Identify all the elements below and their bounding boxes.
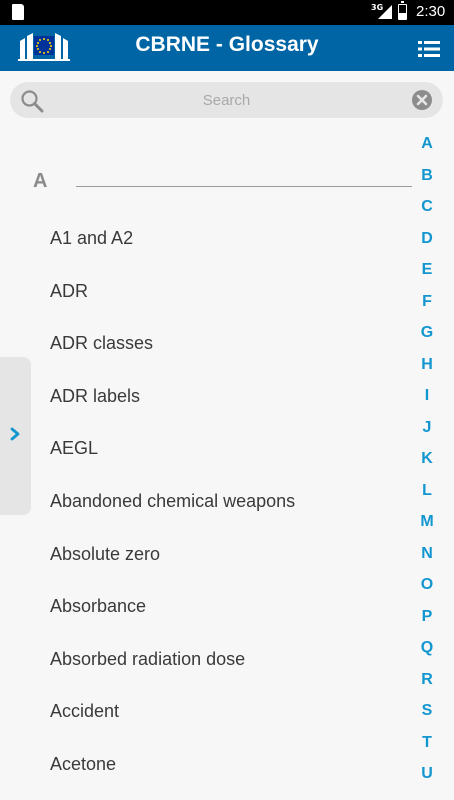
search-icon[interactable] — [20, 89, 44, 113]
list-item[interactable]: AEGL — [0, 422, 412, 475]
battery-icon — [398, 1, 407, 20]
side-drawer-tab[interactable] — [0, 357, 31, 515]
list-item[interactable]: ADR — [0, 265, 412, 318]
list-item[interactable]: ADR classes — [0, 317, 412, 370]
alphabet-letter[interactable]: M — [412, 506, 442, 538]
list-item[interactable]: Absolute zero — [0, 528, 412, 581]
alphabet-letter[interactable]: D — [412, 223, 442, 255]
sd-card-icon — [12, 4, 24, 20]
alphabet-index: A B C D E F G H I J K L M N O P Q R S T … — [412, 128, 442, 790]
glossary-term-list: A1 and A2 ADR ADR classes ADR labels AEG… — [0, 212, 412, 791]
section-divider — [76, 186, 412, 187]
status-bar: 3G 2:30 — [0, 0, 454, 25]
alphabet-letter[interactable]: T — [412, 727, 442, 759]
search-input[interactable] — [55, 87, 398, 113]
alphabet-letter[interactable]: E — [412, 254, 442, 286]
alphabet-letter[interactable]: N — [412, 538, 442, 570]
alphabet-letter[interactable]: B — [412, 160, 442, 192]
list-item[interactable]: Absorbance — [0, 580, 412, 633]
app-bar: CBRNE - Glossary — [0, 25, 454, 71]
alphabet-letter[interactable]: P — [412, 601, 442, 633]
search-bar — [10, 82, 443, 118]
alphabet-letter[interactable]: S — [412, 695, 442, 727]
signal-icon — [378, 5, 392, 19]
list-item[interactable]: ADR labels — [0, 370, 412, 423]
alphabet-letter[interactable]: G — [412, 317, 442, 349]
list-item[interactable]: Absorbed radiation dose — [0, 633, 412, 686]
chevron-right-icon — [10, 427, 20, 441]
list-item[interactable]: Acetone — [0, 738, 412, 791]
alphabet-letter[interactable]: O — [412, 569, 442, 601]
list-item[interactable]: Accident — [0, 685, 412, 738]
clear-icon[interactable] — [412, 90, 432, 110]
alphabet-letter[interactable]: C — [412, 191, 442, 223]
alphabet-letter[interactable]: R — [412, 664, 442, 696]
section-header-letter: A — [33, 170, 48, 192]
alphabet-letter[interactable]: K — [412, 443, 442, 475]
list-item[interactable]: A1 and A2 — [0, 212, 412, 265]
alphabet-letter[interactable]: J — [412, 412, 442, 444]
alphabet-letter[interactable]: H — [412, 349, 442, 381]
alphabet-letter[interactable]: I — [412, 380, 442, 412]
list-menu-icon[interactable] — [418, 40, 440, 58]
alphabet-letter[interactable]: A — [412, 128, 442, 160]
list-item[interactable]: Abandoned chemical weapons — [0, 475, 412, 528]
alphabet-letter[interactable]: U — [412, 758, 442, 790]
app-title: CBRNE - Glossary — [135, 33, 319, 56]
alphabet-letter[interactable]: Q — [412, 632, 442, 664]
clock: 2:30 — [416, 3, 446, 20]
alphabet-letter[interactable]: F — [412, 286, 442, 318]
alphabet-letter[interactable]: L — [412, 475, 442, 507]
